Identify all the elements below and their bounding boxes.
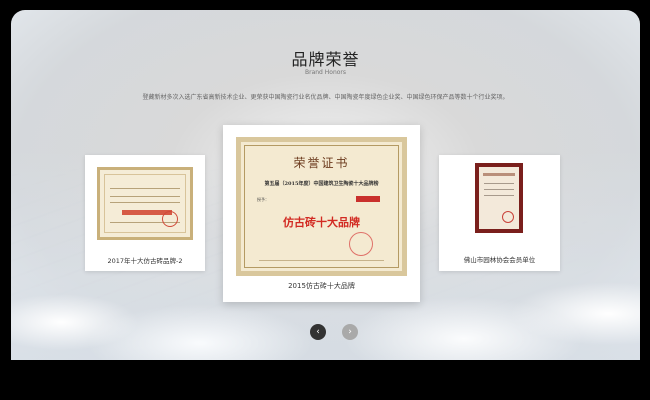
section-subtitle: Brand Honors: [304, 69, 347, 76]
certificate-line: 第五届（2015年度）中国建筑卫生陶瓷十大品牌榜: [264, 181, 379, 187]
section-description: 登藏新材多次入选广东省高新技术企业、更荣获中国陶瓷行业名优品牌、中国陶瓷年度绿色…: [142, 94, 509, 101]
honor-card-left[interactable]: 2017年十大仿古砖品牌-2: [85, 155, 205, 271]
stamp-icon: [349, 232, 373, 256]
card-caption: 2017年十大仿古砖品牌-2: [107, 257, 183, 265]
certificate-image: [97, 167, 193, 240]
honors-section: 品牌荣誉 Brand Honors 登藏新材多次入选广东省高新技术企业、更荣获中…: [11, 10, 640, 360]
card-caption: 佛山市园林协会会员单位: [463, 256, 536, 264]
certificate-award: 仿古砖十大品牌: [283, 216, 360, 229]
card-caption: 2015仿古砖十大品牌: [288, 282, 355, 290]
carousel-prev-button[interactable]: ‹: [310, 324, 326, 340]
certificate-heading: 荣誉证书: [293, 156, 350, 170]
device-frame: 品牌荣誉 Brand Honors 登藏新材多次入选广东省高新技术企业、更荣获中…: [0, 0, 650, 400]
honor-card-right[interactable]: 佛山市园林协会会员单位: [439, 155, 560, 271]
section-title: 品牌荣誉: [291, 50, 360, 69]
chevron-left-icon: ‹: [316, 326, 320, 337]
carousel-next-button[interactable]: ›: [342, 324, 358, 340]
honor-card-center[interactable]: 荣誉证书 第五届（2015年度）中国建筑卫生陶瓷十大品牌榜 授予： 仿古砖十大品…: [223, 125, 420, 302]
certificate-image: [475, 163, 523, 233]
chevron-right-icon: ›: [348, 326, 352, 337]
certificate-image: 荣誉证书 第五届（2015年度）中国建筑卫生陶瓷十大品牌榜 授予： 仿古砖十大品…: [236, 137, 407, 276]
